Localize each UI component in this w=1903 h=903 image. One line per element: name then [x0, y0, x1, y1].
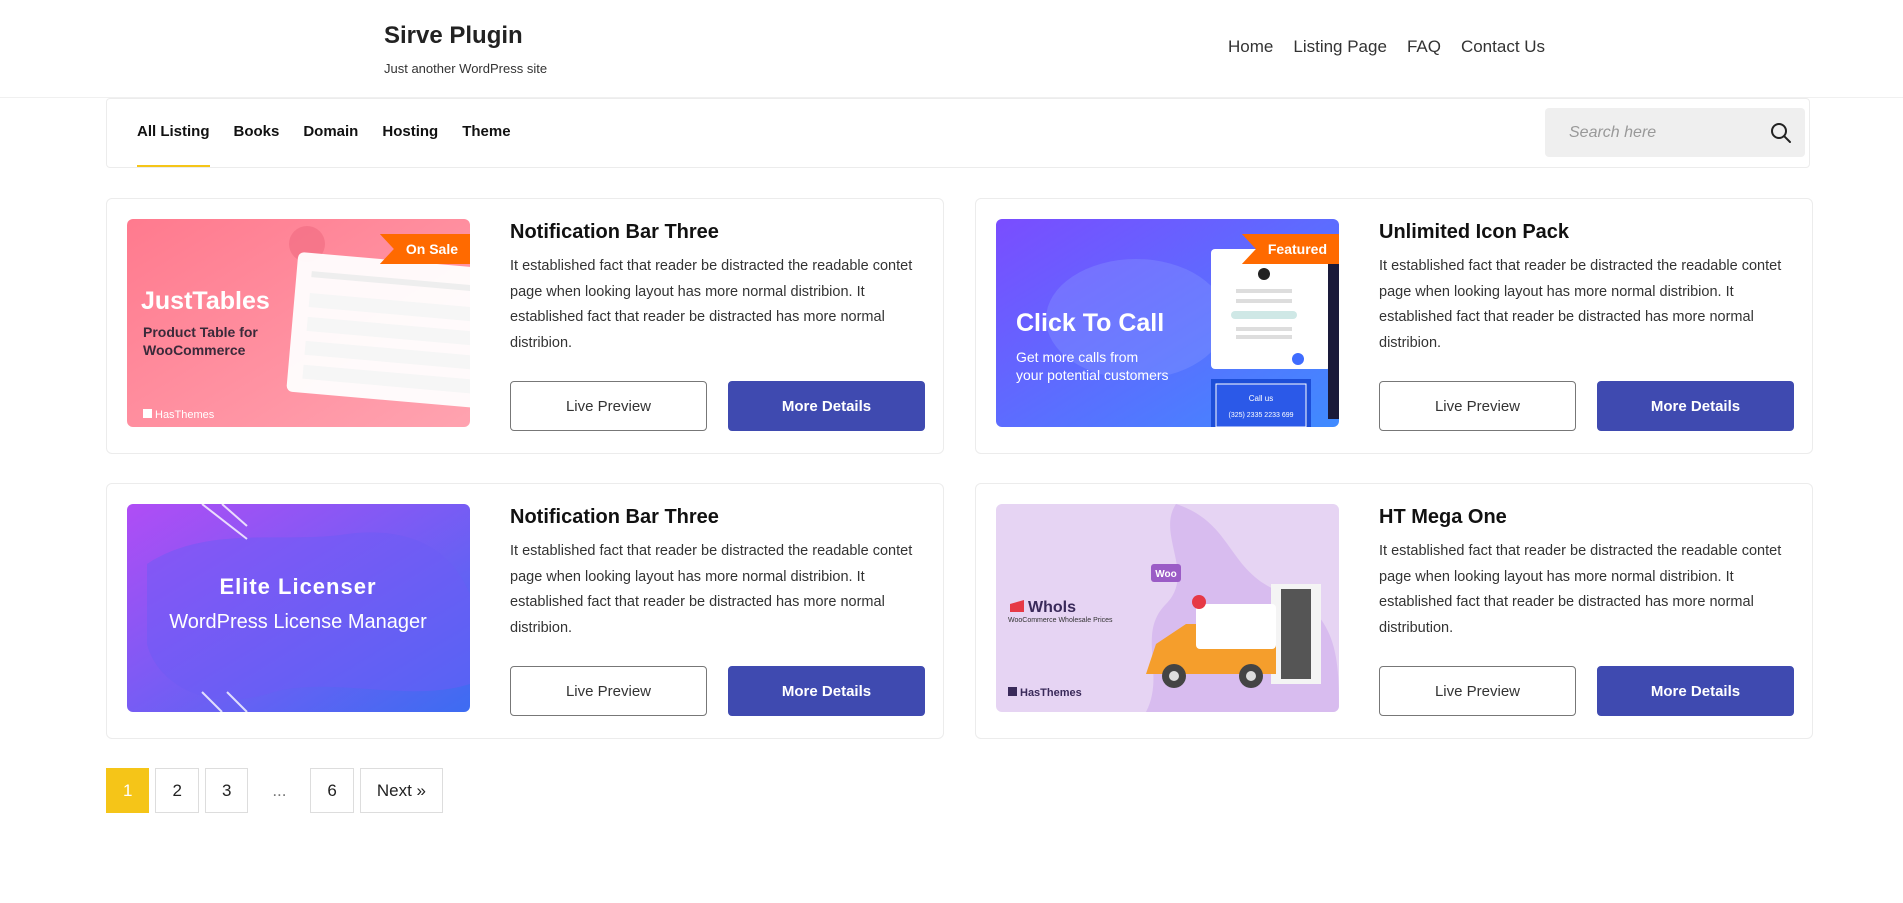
thumb-sub1: Get more calls from [1016, 349, 1138, 365]
card-body: HT Mega One It established fact that rea… [1379, 506, 1789, 641]
card-body: Notification Bar Three It established fa… [510, 506, 920, 641]
site-tagline: Just another WordPress site [384, 61, 548, 76]
listing-card: JustTables Product Table for WooCommerce… [106, 198, 944, 454]
more-details-button[interactable]: More Details [1597, 381, 1794, 431]
page-3[interactable]: 3 [204, 768, 249, 813]
more-details-button[interactable]: More Details [1597, 666, 1794, 716]
card-description: It established fact that reader be distr… [510, 543, 913, 636]
tab-theme[interactable]: Theme [462, 99, 510, 167]
card-title[interactable]: Notification Bar Three [510, 221, 920, 244]
pagination: 1 2 3 ... 6 Next » [106, 768, 444, 813]
listing-card: Elite Licenser WordPress License Manager… [106, 483, 944, 739]
live-preview-button[interactable]: Live Preview [510, 381, 707, 431]
card-title[interactable]: Notification Bar Three [510, 506, 920, 529]
product-thumbnail[interactable]: Elite Licenser WordPress License Manager [127, 504, 470, 712]
main-nav: Home Listing Page FAQ Contact Us [1228, 37, 1545, 57]
nav-home[interactable]: Home [1228, 37, 1273, 57]
page-2[interactable]: 2 [155, 768, 199, 813]
tab-all-listing[interactable]: All Listing [137, 99, 210, 167]
product-thumbnail[interactable]: Call us (325) 2335 2233 699 Click To Cal… [996, 219, 1339, 427]
product-thumbnail[interactable]: JustTables Product Table for WooCommerce… [127, 219, 470, 427]
card-description: It established fact that reader be distr… [510, 258, 913, 351]
card-body: Unlimited Icon Pack It established fact … [1379, 221, 1789, 356]
thumb-sub1: WordPress License Manager [169, 611, 427, 633]
thumb-heading: Click To Call [1016, 309, 1164, 337]
page-ellipsis: ... [254, 768, 305, 813]
tab-books[interactable]: Books [234, 99, 280, 167]
more-details-button[interactable]: More Details [728, 381, 925, 431]
card-description: It established fact that reader be distr… [1379, 258, 1782, 351]
nav-contact-us[interactable]: Contact Us [1461, 37, 1545, 57]
card-buttons: Live Preview More Details [1379, 666, 1794, 716]
tab-hosting[interactable]: Hosting [382, 99, 438, 167]
site-header: Sirve Plugin Just another WordPress site… [0, 0, 1903, 98]
card-buttons: Live Preview More Details [510, 381, 925, 431]
nav-listing-page[interactable]: Listing Page [1293, 37, 1387, 57]
card-title[interactable]: Unlimited Icon Pack [1379, 221, 1789, 244]
more-details-button[interactable]: More Details [728, 666, 925, 716]
thumb-sub1: Product Table for [143, 324, 258, 340]
thumb-sub1: WooCommerce Wholesale Prices [1008, 617, 1113, 624]
listing-card: Call us (325) 2335 2233 699 Click To Cal… [975, 198, 1813, 454]
thumb-brand: HasThemes [155, 409, 215, 421]
card-title[interactable]: HT Mega One [1379, 506, 1789, 529]
page-1[interactable]: 1 [106, 768, 150, 813]
thumb-phone: (325) 2335 2233 699 [1229, 412, 1294, 419]
search-icon[interactable] [1769, 121, 1793, 145]
card-description: It established fact that reader be distr… [1379, 543, 1782, 636]
page-6[interactable]: 6 [310, 768, 354, 813]
nav-faq[interactable]: FAQ [1407, 37, 1441, 57]
live-preview-button[interactable]: Live Preview [1379, 666, 1576, 716]
card-buttons: Live Preview More Details [1379, 381, 1794, 431]
thumb-sub2: your potential customers [1016, 367, 1169, 383]
thumb-woo: Woo [1155, 569, 1176, 580]
search-box [1545, 108, 1805, 157]
search-input[interactable] [1545, 108, 1765, 157]
card-buttons: Live Preview More Details [510, 666, 925, 716]
thumb-heading: Whols [1028, 599, 1076, 616]
site-title[interactable]: Sirve Plugin [384, 22, 523, 50]
tab-domain[interactable]: Domain [303, 99, 358, 167]
listing-card: Woo Whols WooCommerce Wholesale Prices H… [975, 483, 1813, 739]
filter-tabs: All Listing Books Domain Hosting Theme [137, 99, 511, 167]
elite-licenser-banner: Elite Licenser WordPress License Manager [127, 504, 470, 712]
filter-bar: All Listing Books Domain Hosting Theme [106, 98, 1810, 168]
thumb-brand: HasThemes [1020, 687, 1082, 699]
thumb-heading: JustTables [141, 287, 270, 315]
featured-badge: Featured [1241, 234, 1339, 264]
live-preview-button[interactable]: Live Preview [1379, 381, 1576, 431]
thumb-sub2: WooCommerce [143, 342, 246, 358]
live-preview-button[interactable]: Live Preview [510, 666, 707, 716]
next-page-link[interactable]: Next » [359, 768, 444, 813]
thumb-heading: Elite Licenser [219, 574, 376, 599]
whols-banner: Woo Whols WooCommerce Wholesale Prices H… [996, 504, 1339, 712]
product-thumbnail[interactable]: Woo Whols WooCommerce Wholesale Prices H… [996, 504, 1339, 712]
card-body: Notification Bar Three It established fa… [510, 221, 920, 356]
thumb-callout: Call us [1249, 394, 1273, 403]
